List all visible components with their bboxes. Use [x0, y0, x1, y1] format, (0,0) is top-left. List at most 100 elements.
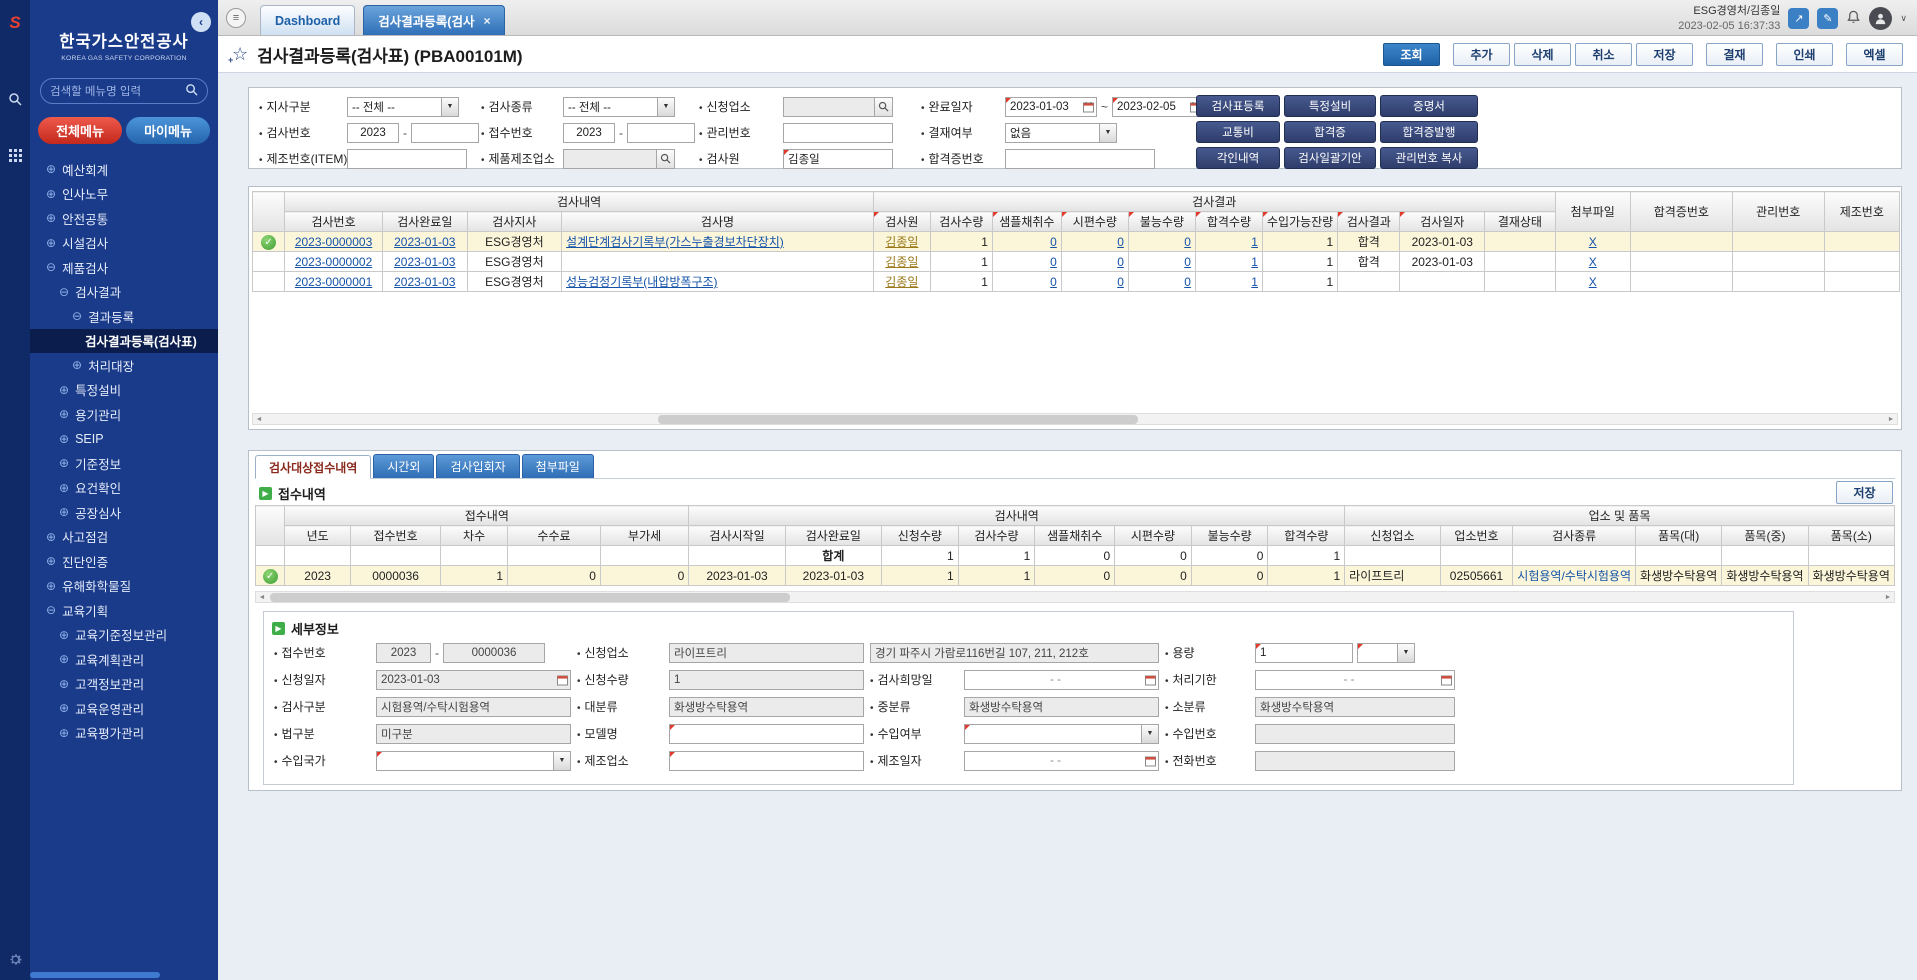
toolbar-button-0[interactable]: 조회	[1383, 43, 1440, 66]
cell-link[interactable]: X	[1589, 255, 1597, 269]
sidebar-item[interactable]: ⊕교육평가관리	[30, 721, 218, 746]
scroll-left-icon[interactable]: ◄	[253, 414, 265, 424]
cell-link[interactable]: X	[1589, 235, 1597, 249]
all-menu-button[interactable]: 전체메뉴	[38, 117, 122, 144]
chevron-down-icon[interactable]: ▼	[1099, 124, 1116, 142]
cell-link[interactable]: 성능검정기록부(내압방폭구조)	[566, 275, 718, 289]
scroll-right-icon[interactable]: ►	[1885, 414, 1897, 424]
chevron-down-icon[interactable]: ▼	[657, 98, 674, 116]
sidebar-item[interactable]: ⊖교육기획	[30, 598, 218, 623]
toolbar-button-1[interactable]: 추가	[1453, 43, 1510, 66]
manage-no-input[interactable]	[783, 123, 893, 143]
cell-link[interactable]: 0	[1184, 235, 1191, 249]
cell-link[interactable]: 2023-0000002	[295, 255, 372, 269]
bottom-tab[interactable]: 검사대상접수내역	[255, 455, 371, 479]
inspector-link[interactable]: 김종일	[885, 275, 918, 289]
cell-link[interactable]: 2023-0000001	[295, 275, 372, 289]
sidebar-item[interactable]: ⊕교육운영관리	[30, 696, 218, 721]
sidebar-scrollbar[interactable]	[30, 972, 160, 978]
grid-row[interactable]: ✓2023-00000032023-01-03ESG경영처설계단계검사기록부(가…	[253, 232, 1900, 252]
receipt-no-year-input[interactable]: 2023	[563, 123, 615, 143]
action-button-2[interactable]: 증명서	[1380, 95, 1478, 117]
receipt-horizontal-scrollbar[interactable]: ◄ ►	[255, 591, 1895, 603]
sidebar-item[interactable]: ⊕안전공통	[30, 206, 218, 231]
cell-link[interactable]: 0	[1117, 235, 1124, 249]
inspector-input[interactable]: 김종일	[783, 149, 893, 169]
tab-dashboard[interactable]: Dashboard	[260, 5, 355, 35]
action-button-7[interactable]: 검사일괄기안	[1284, 147, 1376, 169]
inspection-no-year-input[interactable]: 2023	[347, 123, 399, 143]
cell-link[interactable]: X	[1589, 275, 1597, 289]
cell-link[interactable]: 0	[1184, 255, 1191, 269]
toolbar-button-2[interactable]: 삭제	[1514, 43, 1571, 66]
scroll-left-icon[interactable]: ◄	[256, 592, 268, 602]
receipt-no-serial-input[interactable]	[627, 123, 695, 143]
menu-grid-icon[interactable]	[0, 140, 30, 170]
complete-date-to[interactable]: 2023-02-05	[1112, 97, 1204, 117]
action-button-0[interactable]: 검사표등록	[1196, 95, 1280, 117]
sidebar-item[interactable]: ⊕진단인증	[30, 549, 218, 574]
search-icon[interactable]	[0, 84, 30, 114]
calendar-icon[interactable]	[1145, 755, 1156, 766]
bottom-tab[interactable]: 시간외	[373, 454, 434, 478]
branch-select[interactable]: -- 전체 --▼	[347, 97, 459, 117]
detail-deadline-date[interactable]: - -	[1255, 670, 1455, 690]
approval-select[interactable]: 없음▼	[1005, 123, 1117, 143]
calendar-icon[interactable]	[1083, 101, 1094, 112]
toolbar-button-7[interactable]: 엑셀	[1846, 43, 1903, 66]
sidebar-item[interactable]: ⊕SEIP	[30, 427, 218, 452]
cell-link[interactable]: 1	[1251, 275, 1258, 289]
toolbar-button-4[interactable]: 저장	[1636, 43, 1693, 66]
menu-search-input[interactable]: 검색할 메뉴명 입력	[40, 78, 208, 104]
sidebar-item[interactable]: ⊕사고점검	[30, 525, 218, 550]
applicant-search-input[interactable]	[783, 97, 893, 117]
row-selector[interactable]: ✓	[253, 232, 285, 252]
detail-import-select[interactable]: ▼	[964, 724, 1159, 744]
hamburger-icon[interactable]: ≡	[226, 8, 246, 28]
my-menu-button[interactable]: 마이메뉴	[126, 117, 210, 144]
grid-row[interactable]: 2023-00000012023-01-03ESG경영처성능검정기록부(내압방폭…	[253, 272, 1900, 292]
cell-link[interactable]: 0	[1184, 275, 1191, 289]
search-icon[interactable]	[185, 83, 198, 99]
cell-link[interactable]: 1	[1251, 235, 1258, 249]
sidebar-collapse-button[interactable]: ‹	[191, 12, 211, 32]
sidebar-item[interactable]: ⊕용기관리	[30, 402, 218, 427]
action-button-4[interactable]: 합격증	[1284, 121, 1376, 143]
action-button-6[interactable]: 각인내역	[1196, 147, 1280, 169]
scrollbar-thumb[interactable]	[658, 415, 1138, 424]
cell-link[interactable]: 2023-01-03	[394, 255, 455, 269]
row-selector[interactable]	[253, 252, 285, 272]
receipt-save-button[interactable]: 저장	[1836, 481, 1893, 504]
tab-close-icon[interactable]: ×	[483, 14, 490, 28]
detail-capacity-input[interactable]: 1	[1255, 643, 1353, 663]
cell-link[interactable]: 0	[1050, 255, 1057, 269]
search-icon[interactable]	[874, 98, 892, 116]
chevron-down-icon[interactable]: ▼	[553, 752, 570, 770]
chevron-down-icon[interactable]: ▼	[441, 98, 458, 116]
row-selector[interactable]: ✓	[256, 566, 285, 586]
favorite-star-icon[interactable]: ☆+	[232, 45, 248, 63]
inspection-no-serial-input[interactable]	[411, 123, 479, 143]
action-button-1[interactable]: 특정설비	[1284, 95, 1376, 117]
sidebar-item[interactable]: ⊕처리대장	[30, 353, 218, 378]
sidebar-item[interactable]: ⊕시설검사	[30, 231, 218, 256]
bottom-tab[interactable]: 검사입회자	[436, 454, 519, 478]
detail-model-input[interactable]	[669, 724, 864, 744]
toolbar-button-6[interactable]: 인쇄	[1776, 43, 1833, 66]
edit-window-icon[interactable]: ✎	[1817, 8, 1838, 29]
inspection-kind-select[interactable]: -- 전체 --▼	[563, 97, 675, 117]
grid-horizontal-scrollbar[interactable]: ◄ ►	[252, 413, 1898, 425]
cell-link[interactable]: 2023-01-03	[394, 275, 455, 289]
calendar-icon[interactable]	[1441, 674, 1452, 685]
detail-maker-input[interactable]	[669, 751, 864, 771]
sidebar-item[interactable]: ⊕교육기준정보관리	[30, 623, 218, 648]
tab-active[interactable]: 검사결과등록(검사×	[363, 5, 505, 35]
avatar[interactable]	[1869, 7, 1892, 30]
action-button-8[interactable]: 관리번호 복사	[1380, 147, 1478, 169]
action-button-3[interactable]: 교통비	[1196, 121, 1280, 143]
inspector-link[interactable]: 김종일	[885, 235, 918, 249]
cell-link[interactable]: 설계단계검사기록부(가스누출경보차단장치)	[566, 235, 784, 249]
bottom-tab[interactable]: 첨부파일	[522, 454, 594, 478]
sidebar-item[interactable]: ⊕고객정보관리	[30, 672, 218, 697]
toolbar-button-3[interactable]: 취소	[1575, 43, 1632, 66]
